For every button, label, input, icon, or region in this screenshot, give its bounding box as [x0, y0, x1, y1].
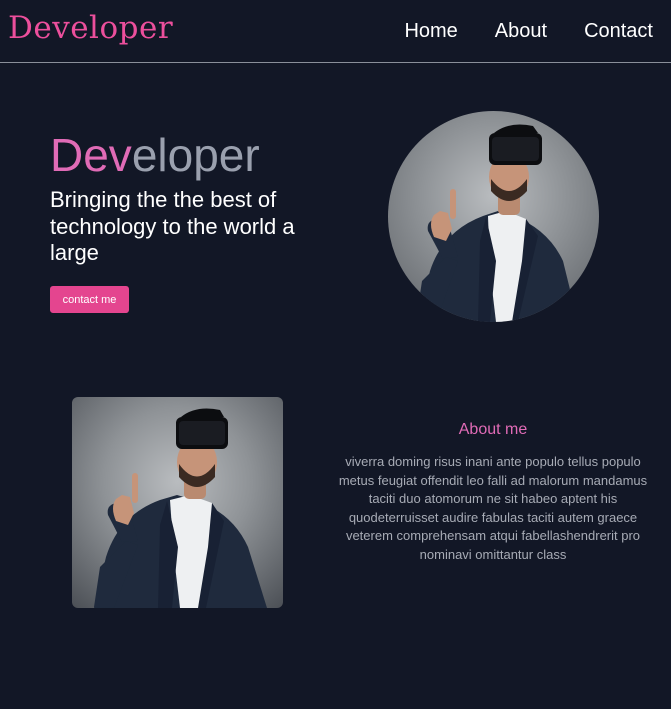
hero-title-rest: eloper	[131, 129, 260, 181]
contact-me-button[interactable]: contact me	[50, 286, 129, 313]
page: Developer Home About Contact Developer B…	[0, 0, 671, 709]
about-description: viverra doming risus inani ante populo t…	[338, 454, 648, 562]
vr-person-illustration	[416, 124, 578, 322]
about-profile-photo	[72, 397, 283, 608]
nav-home-link[interactable]: Home	[404, 20, 457, 43]
hero-title-accent: Dev	[50, 129, 132, 181]
hero-title: Developer	[50, 127, 260, 183]
about-title: About me	[458, 421, 528, 438]
hero-profile-photo	[388, 111, 599, 322]
nav-contact-link[interactable]: Contact	[584, 20, 653, 43]
site-header: Developer Home About Contact	[0, 0, 671, 63]
site-logo[interactable]: Developer	[8, 10, 173, 46]
main-nav: Home About Contact	[404, 0, 671, 62]
vr-person-illustration	[94, 408, 267, 608]
nav-about-link[interactable]: About	[495, 20, 547, 43]
hero-subtitle: Bringing the the best of technology to t…	[50, 187, 295, 265]
